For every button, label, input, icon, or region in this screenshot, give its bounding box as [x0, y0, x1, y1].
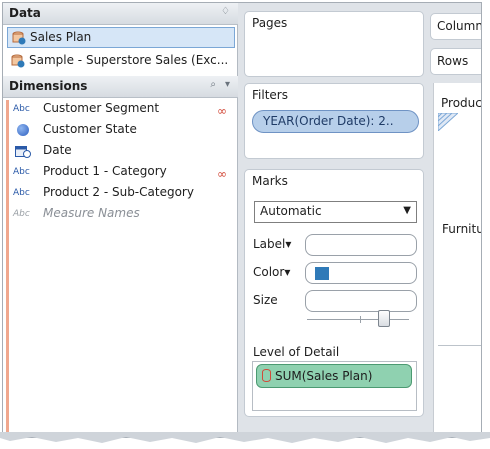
data-pane-sort-icon[interactable]: ♢	[221, 6, 230, 17]
mark-type-value: Automatic	[260, 204, 322, 218]
link-icon: ∞	[217, 167, 227, 181]
dimension-label: Date	[43, 143, 72, 157]
color-row: Color▾	[253, 262, 418, 284]
dimension-product-subcategory[interactable]: Abc Product 2 - Sub-Category	[13, 185, 235, 205]
dimensions-title: Dimensions	[9, 79, 88, 93]
database-icon	[262, 369, 271, 382]
size-drop-target[interactable]	[305, 290, 417, 312]
measure-pill-sum-sales-plan[interactable]: SUM(Sales Plan)	[256, 364, 412, 388]
level-of-detail-shelf[interactable]: SUM(Sales Plan)	[252, 361, 417, 411]
size-slider-track[interactable]	[307, 319, 409, 320]
string-type-icon: Abc	[13, 209, 30, 219]
color-drop-target[interactable]	[305, 262, 417, 284]
dimension-label: Customer Segment	[43, 101, 160, 115]
size-slider-tick	[360, 316, 361, 323]
dimension-customer-segment[interactable]: Abc Customer Segment ∞	[13, 101, 235, 121]
dimension-product-category[interactable]: Abc Product 1 - Category ∞	[13, 164, 235, 184]
color-button[interactable]: Color▾	[253, 265, 290, 279]
header-hatch-mark	[438, 113, 458, 131]
rows-label: Rows	[437, 54, 469, 68]
dimension-label: Product 1 - Category	[43, 164, 167, 178]
label-row: Label▾	[253, 234, 418, 256]
link-icon: ∞	[217, 104, 227, 118]
string-type-icon: Abc	[13, 167, 30, 177]
size-slider-thumb[interactable]	[378, 310, 390, 327]
filter-pill-year-order-date[interactable]: YEAR(Order Date): 2..	[252, 110, 419, 133]
filters-title: Filters	[245, 84, 423, 106]
dimension-customer-state[interactable]: Customer State	[13, 122, 235, 142]
dimension-label: Customer State	[43, 122, 137, 136]
row-header-product: Product-	[441, 96, 482, 110]
mark-type-dropdown[interactable]: Automatic ▼	[254, 201, 417, 223]
view-canvas[interactable]: Product- Furnitur	[433, 83, 482, 437]
row-header-furniture: Furnitur	[442, 222, 481, 236]
datasource-superstore[interactable]: Sample - Superstore Sales (Exc...	[7, 51, 235, 72]
dimensions-header: Dimensions ⌕ ▾	[3, 76, 238, 98]
pages-shelf[interactable]: Pages	[244, 11, 424, 77]
dimension-label: Product 2 - Sub-Category	[43, 185, 194, 199]
row-divider	[438, 345, 481, 346]
rows-shelf[interactable]: Rows	[430, 48, 481, 75]
dimensions-accent-bar	[6, 100, 9, 435]
tableau-window: Data ♢ Sales Plan Sample - Superstore Sa…	[2, 2, 482, 438]
size-button[interactable]: Size	[253, 293, 278, 307]
columns-label: Columns	[437, 19, 481, 33]
datasource-icon	[12, 31, 26, 45]
data-pane: Data ♢ Sales Plan Sample - Superstore Sa…	[3, 3, 238, 437]
datasource-icon	[11, 54, 25, 68]
level-of-detail-label: Level of Detail	[253, 345, 340, 359]
data-pane-title: Data	[9, 6, 41, 20]
dimension-label: Measure Names	[43, 206, 140, 220]
chevron-down-icon[interactable]: ▾	[225, 79, 230, 90]
search-icon[interactable]: ⌕	[210, 79, 216, 90]
pages-title: Pages	[245, 12, 423, 34]
dimension-measure-names[interactable]: Abc Measure Names	[13, 206, 235, 226]
datasource-sales-plan[interactable]: Sales Plan	[7, 27, 235, 48]
dimension-date[interactable]: Date	[13, 143, 235, 163]
torn-edge	[0, 432, 490, 443]
data-pane-header: Data ♢	[3, 3, 238, 25]
color-swatch	[315, 267, 329, 280]
size-row: Size	[253, 290, 418, 312]
label-button[interactable]: Label▾	[253, 237, 291, 251]
marks-card: Marks Automatic ▼ Label▾ Color▾ Size Lev…	[244, 169, 424, 417]
calendar-icon	[15, 146, 31, 158]
label-drop-target[interactable]	[305, 234, 417, 256]
datasource-label: Sales Plan	[30, 30, 92, 44]
string-type-icon: Abc	[13, 104, 30, 114]
datasource-label: Sample - Superstore Sales (Exc...	[29, 53, 229, 67]
marks-title: Marks	[245, 170, 423, 192]
dropdown-arrow-icon: ▼	[403, 205, 411, 216]
string-type-icon: Abc	[13, 188, 30, 198]
columns-shelf[interactable]: Columns	[430, 13, 481, 40]
measure-pill-label: SUM(Sales Plan)	[275, 369, 373, 383]
globe-icon	[17, 124, 29, 136]
filters-shelf[interactable]: Filters YEAR(Order Date): 2..	[244, 83, 424, 159]
